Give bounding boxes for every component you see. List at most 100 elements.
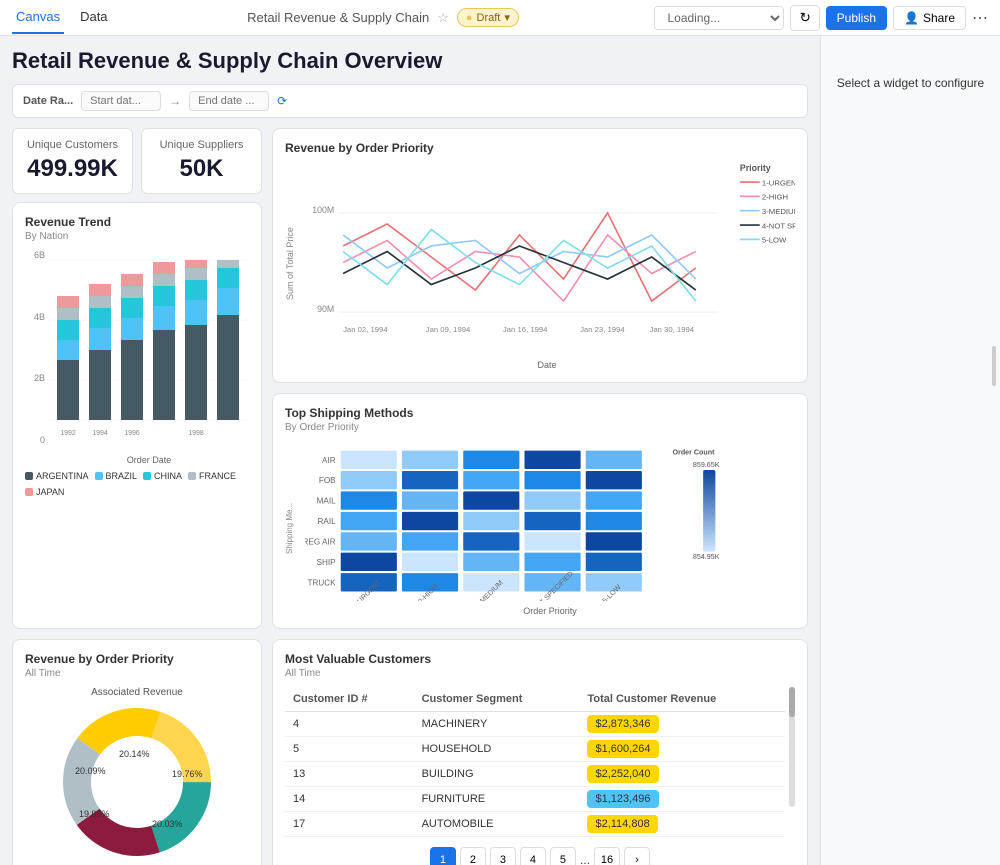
svg-text:Order Count: Order Count	[673, 449, 716, 457]
pagination: 1 2 3 4 5 ... 16 ›	[285, 847, 795, 865]
customers-table: Customer ID # Customer Segment Total Cus…	[285, 687, 785, 837]
page-16-button[interactable]: 16	[594, 847, 620, 865]
svg-text:Jan 09, 1994: Jan 09, 1994	[426, 325, 471, 334]
customers-table-container: Customer ID # Customer Segment Total Cus…	[285, 687, 785, 837]
loading-dropdown[interactable]: Loading...	[654, 6, 784, 30]
svg-text:1992: 1992	[60, 430, 76, 437]
bar-chart-legend: ARGENTINA BRAZIL CHINA FRANCE JAPAN	[25, 471, 249, 497]
line-x-axis-label: Date	[299, 360, 795, 370]
svg-text:100M: 100M	[312, 205, 334, 215]
next-page-button[interactable]: ›	[624, 847, 650, 865]
share-icon: 👤	[904, 11, 919, 25]
right-panel-text: Select a widget to configure	[837, 76, 984, 90]
svg-text:90M: 90M	[317, 304, 334, 314]
top-nav: Canvas Data Retail Revenue & Supply Chai…	[0, 0, 1000, 36]
svg-text:5-LOW: 5-LOW	[762, 236, 787, 245]
data-tab[interactable]: Data	[76, 1, 111, 34]
svg-text:1998: 1998	[188, 430, 204, 437]
y-label-6b: 6B	[25, 250, 45, 260]
pagination-ellipsis: ...	[580, 853, 590, 865]
share-button[interactable]: 👤 Share	[893, 6, 966, 30]
refresh-button[interactable]: ↻	[790, 5, 819, 31]
unique-customers-value: 499.99K	[23, 155, 122, 183]
filter-label: Date Ra...	[23, 95, 73, 107]
main-layout: Retail Revenue & Supply Chain Overview D…	[0, 36, 1000, 865]
svg-text:Jan 16, 1994: Jan 16, 1994	[503, 325, 548, 334]
svg-text:19.98%: 19.98%	[79, 809, 110, 819]
bar-chart-x-label: Order Date	[49, 455, 249, 465]
svg-text:19.76%: 19.76%	[172, 769, 203, 779]
line-chart-card: Revenue by Order Priority Sum of Total P…	[272, 128, 808, 383]
line-chart-svg: 100M 90M	[299, 157, 795, 357]
unique-suppliers-label: Unique Suppliers	[152, 139, 251, 151]
y-label-2b: 2B	[25, 373, 45, 383]
svg-text:4-NOT SPECIFIED: 4-NOT SPECIFIED	[762, 221, 795, 230]
revenue-trend-card: Revenue Trend By Nation 6B 4B 2B 0	[12, 202, 262, 629]
svg-text:1994: 1994	[92, 430, 108, 437]
line-y-axis-label: Sum of Total Price	[285, 157, 295, 370]
revenue-trend-title: Revenue Trend	[25, 215, 249, 229]
status-badge[interactable]: ● Draft ▾	[457, 8, 519, 27]
nav-center: Retail Revenue & Supply Chain ☆ ● Draft …	[128, 8, 639, 27]
svg-text:20.14%: 20.14%	[119, 749, 150, 759]
donut-svg: 20.14% 19.76% 20.03% 19.98% 20.09%	[57, 702, 217, 862]
svg-text:854.95K: 854.95K	[693, 553, 720, 561]
heatmap-card: Top Shipping Methods By Order Priority S…	[272, 393, 808, 629]
col-segment: Customer Segment	[414, 687, 580, 712]
unique-suppliers-value: 50K	[152, 155, 251, 183]
filter-bar: Date Ra... → ⟳	[12, 84, 808, 118]
customers-subtitle: All Time	[285, 668, 795, 679]
table-row: 17AUTOMOBILE$2,114,808	[285, 812, 785, 837]
donut-center-label: Associated Revenue	[25, 687, 249, 698]
table-row: 5HOUSEHOLD$1,600,264	[285, 737, 785, 762]
svg-text:MAIL: MAIL	[317, 497, 337, 506]
donut-chart-card: Revenue by Order Priority All Time Assoc…	[12, 639, 262, 865]
svg-text:859.65K: 859.65K	[693, 461, 720, 469]
scrollbar-thumb[interactable]	[789, 687, 795, 717]
donut-subtitle: All Time	[25, 668, 249, 679]
right-panel: Select a widget to configure	[820, 36, 1000, 865]
page-3-button[interactable]: 3	[490, 847, 516, 865]
svg-text:20.03%: 20.03%	[152, 819, 183, 829]
line-chart-title: Revenue by Order Priority	[285, 141, 795, 155]
svg-text:3-MEDIUM: 3-MEDIUM	[762, 207, 795, 216]
table-scrollbar[interactable]	[789, 687, 795, 807]
canvas-tab[interactable]: Canvas	[12, 1, 64, 34]
publish-button[interactable]: Publish	[826, 6, 887, 30]
donut-title: Revenue by Order Priority	[25, 652, 249, 666]
svg-text:20.09%: 20.09%	[75, 766, 106, 776]
table-row: 4MACHINERY$2,873,346	[285, 712, 785, 737]
svg-text:TRUCK: TRUCK	[308, 578, 337, 587]
svg-text:1996: 1996	[124, 430, 140, 437]
svg-text:AIR: AIR	[322, 456, 336, 465]
unique-customers-label: Unique Customers	[23, 139, 122, 151]
heatmap-y-label: Shipping Me...	[285, 441, 301, 616]
y-label-0: 0	[25, 435, 45, 445]
heatmap-svg: AIR FOB MAIL RAIL REG AIR SHIP TRUCK	[305, 441, 795, 601]
nav-right: Loading... ↻ Publish 👤 Share ⋯	[654, 5, 988, 31]
page-title: Retail Revenue & Supply Chain Overview	[12, 48, 808, 74]
svg-text:REG AIR: REG AIR	[305, 537, 336, 546]
start-date-input[interactable]	[81, 91, 161, 111]
y-label-4b: 4B	[25, 312, 45, 322]
col-revenue: Total Customer Revenue	[579, 687, 785, 712]
svg-text:Jan 02, 1994: Jan 02, 1994	[343, 325, 388, 334]
table-row: 13BUILDING$2,252,040	[285, 762, 785, 787]
table-row: 14FURNITURE$1,123,496	[285, 787, 785, 812]
end-date-input[interactable]	[189, 91, 269, 111]
bar-chart-svg: 1992 1994 1996 1998	[49, 250, 249, 450]
svg-text:Priority: Priority	[740, 163, 771, 173]
page-5-button[interactable]: 5	[550, 847, 576, 865]
page-2-button[interactable]: 2	[460, 847, 486, 865]
dashboard-title: Retail Revenue & Supply Chain	[247, 10, 429, 25]
revenue-trend-subtitle: By Nation	[25, 231, 249, 242]
page-4-button[interactable]: 4	[520, 847, 546, 865]
more-options-button[interactable]: ⋯	[972, 8, 988, 28]
heatmap-x-label: Order Priority	[305, 606, 795, 616]
filter-refresh-icon[interactable]: ⟳	[277, 94, 287, 108]
svg-text:RAIL: RAIL	[317, 517, 336, 526]
heatmap-subtitle: By Order Priority	[285, 422, 795, 433]
svg-text:2-HIGH: 2-HIGH	[762, 193, 788, 202]
page-1-button[interactable]: 1	[430, 847, 456, 865]
favorite-icon[interactable]: ☆	[437, 10, 449, 26]
